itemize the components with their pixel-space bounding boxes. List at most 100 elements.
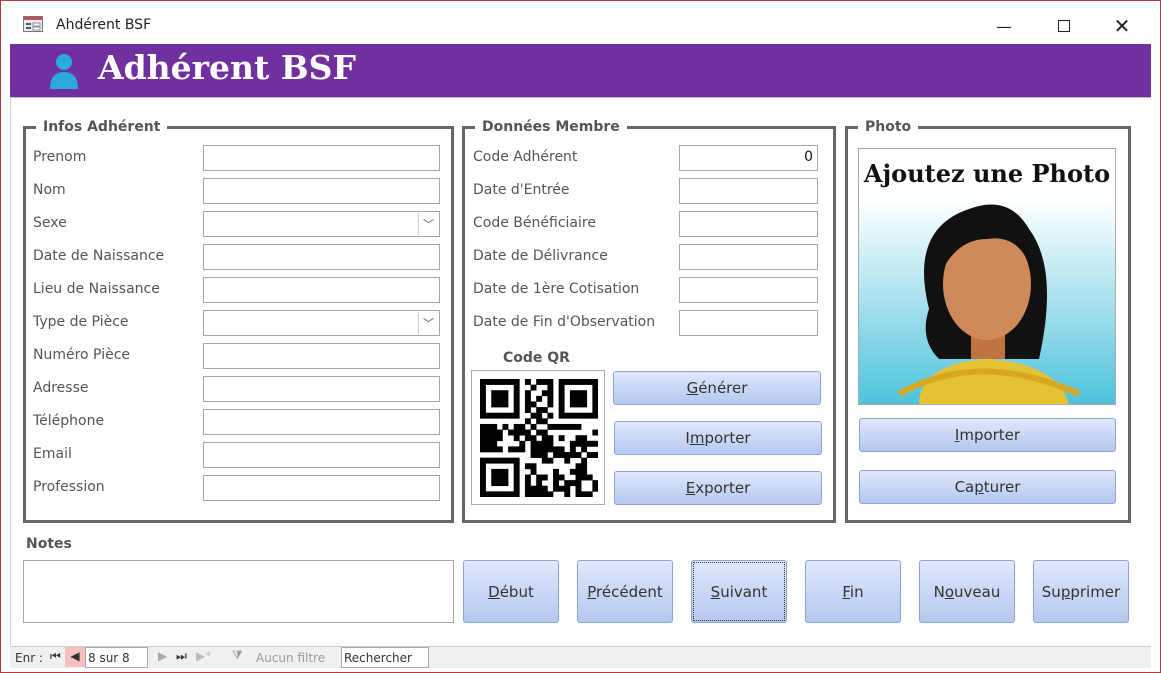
qr-module <box>513 401 520 408</box>
qr-module <box>519 446 526 453</box>
qr-module <box>524 407 531 414</box>
qr-module <box>592 429 598 436</box>
qr-module <box>491 457 498 464</box>
qr-module <box>536 418 543 425</box>
qr-module <box>575 468 582 475</box>
qr-module <box>513 423 520 430</box>
code-beneficiaire-input[interactable] <box>679 211 818 237</box>
capturer-photo-button[interactable]: Capturer <box>859 470 1116 504</box>
qr-module <box>581 412 588 419</box>
qr-module <box>541 457 548 464</box>
qr-module <box>508 412 515 419</box>
nom-input[interactable] <box>203 178 440 204</box>
date-de-delivrance-input[interactable] <box>679 244 818 270</box>
previous-record-button[interactable]: ◀ <box>65 647 85 667</box>
record-number-input[interactable]: 8 sur 8 <box>85 647 148 668</box>
date-de-fin-dobservation-input[interactable] <box>679 310 818 336</box>
prenom-input[interactable] <box>203 145 440 171</box>
date-de-naissance-input[interactable] <box>203 244 440 270</box>
qr-module <box>536 452 543 458</box>
qr-module <box>536 407 543 414</box>
generer-qr-button[interactable]: Générer <box>613 371 821 405</box>
qr-module <box>530 463 537 470</box>
filter-status[interactable]: Aucun filtre <box>256 651 325 665</box>
qr-module <box>581 474 588 481</box>
qr-module <box>491 491 498 497</box>
prenom-label: Prenom <box>33 149 87 165</box>
telephone-input[interactable] <box>203 409 440 435</box>
numero-piece-input[interactable] <box>203 343 440 369</box>
nouveau-button[interactable]: Nouveau <box>919 560 1015 623</box>
minimize-button[interactable]: — <box>984 9 1024 43</box>
qr-module <box>480 384 486 391</box>
first-record-button[interactable]: ⏮ <box>50 649 61 664</box>
qr-module <box>480 446 486 453</box>
type-de-piece-select[interactable]: ﹀ <box>203 310 440 336</box>
fin-button[interactable]: Fin <box>805 560 901 623</box>
qr-module <box>502 423 509 430</box>
qr-module <box>491 468 498 475</box>
qr-module <box>502 480 509 487</box>
qr-module <box>485 435 492 442</box>
code-adherent-input[interactable]: 0 <box>679 145 818 171</box>
notes-textarea[interactable] <box>23 560 454 623</box>
next-record-button[interactable]: ▶ <box>158 649 167 663</box>
sexe-select[interactable]: ﹀ <box>203 211 440 237</box>
qr-module <box>581 401 588 408</box>
qr-module <box>485 440 492 447</box>
chevron-down-icon[interactable]: ﹀ <box>418 312 438 334</box>
maximize-button[interactable] <box>1044 9 1084 43</box>
new-record-button[interactable]: ▶* <box>196 649 211 663</box>
qr-module <box>564 452 571 458</box>
qr-module <box>547 395 554 402</box>
suivant-button[interactable]: Suivant <box>691 560 787 623</box>
supprimer-button[interactable]: Supprimer <box>1033 560 1129 623</box>
photo-frame[interactable]: Ajoutez une Photo <box>858 148 1116 405</box>
qr-module <box>569 480 576 487</box>
qr-module <box>581 468 588 475</box>
last-record-button[interactable]: ⏭ <box>176 649 187 664</box>
date-de-ere-cotisation-input[interactable] <box>679 277 818 303</box>
date-de-fin-dobservation-label: Date de Fin d'Observation <box>473 314 656 330</box>
qr-module <box>513 407 520 414</box>
qr-module <box>524 401 531 408</box>
qr-module <box>575 452 582 458</box>
qr-module <box>536 485 543 492</box>
qr-module <box>513 463 520 470</box>
qr-module <box>519 440 526 447</box>
adresse-label: Adresse <box>33 380 89 396</box>
date-dentree-input[interactable] <box>679 178 818 204</box>
precedent-button-label: Précédent <box>587 582 663 601</box>
qr-module <box>547 457 554 464</box>
qr-module <box>513 384 520 391</box>
precedent-button[interactable]: Précédent <box>577 560 673 623</box>
qr-module <box>524 463 531 470</box>
qr-module <box>541 418 548 425</box>
importer-photo-button[interactable]: Importer <box>859 418 1116 452</box>
qr-module <box>581 491 588 497</box>
exporter-qr-button[interactable]: Exporter <box>614 471 822 505</box>
qr-module <box>541 491 548 497</box>
adresse-input[interactable] <box>203 376 440 402</box>
profession-input[interactable] <box>203 475 440 501</box>
qr-module <box>530 440 537 447</box>
qr-module <box>586 452 593 458</box>
search-input[interactable]: Rechercher <box>341 647 429 668</box>
qr-module <box>564 491 571 497</box>
qr-module <box>575 390 582 397</box>
qr-module <box>536 412 543 419</box>
qr-module <box>513 379 520 385</box>
qr-module <box>502 468 509 475</box>
qr-module <box>541 446 548 453</box>
lieu-de-naissance-input[interactable] <box>203 277 440 303</box>
chevron-down-icon[interactable]: ﹀ <box>418 213 438 235</box>
close-button[interactable]: ✕ <box>1102 9 1142 43</box>
importer-qr-button[interactable]: Importer <box>614 421 822 455</box>
avatar-illustration <box>897 204 1081 404</box>
qr-module <box>558 395 565 402</box>
qr-module <box>553 452 559 458</box>
debut-button[interactable]: Début <box>463 560 559 623</box>
email-input[interactable] <box>203 442 440 468</box>
qr-module <box>564 379 571 385</box>
window-title: Ahdérent BSF <box>56 17 152 33</box>
